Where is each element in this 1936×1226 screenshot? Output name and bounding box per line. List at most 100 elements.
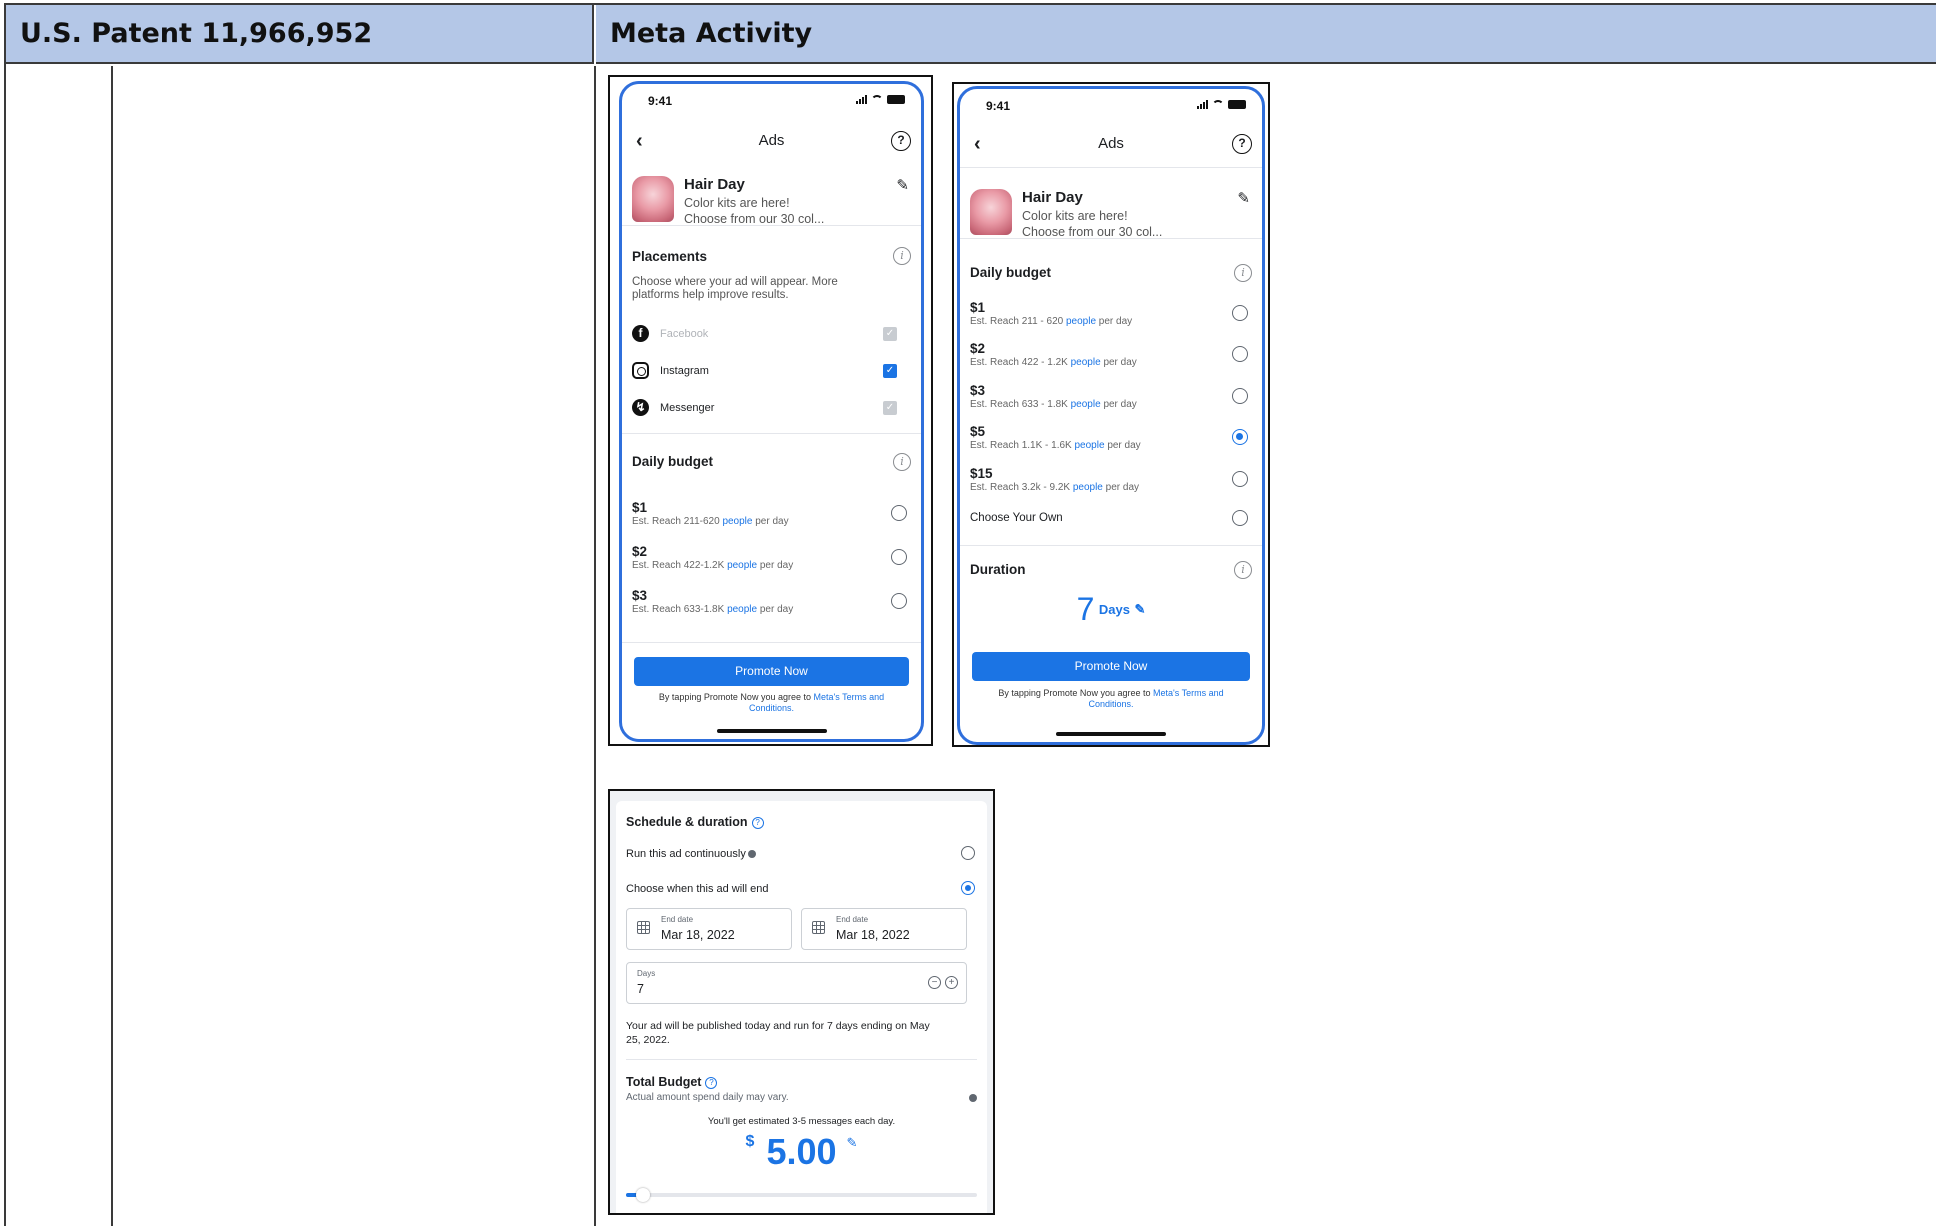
nav-bar: ‹ Ads ? bbox=[622, 126, 921, 156]
budget-reach: Est. Reach 211 - 620 people per day bbox=[970, 316, 1133, 327]
budget-option-2[interactable]: $2 Est. Reach 422 - 1.2K people per day bbox=[970, 341, 1252, 373]
status-bar: 9:41 bbox=[960, 97, 1262, 115]
days-stepper: − + bbox=[928, 976, 958, 989]
section-divider bbox=[626, 1059, 977, 1060]
messenger-checkbox[interactable]: ✓ bbox=[883, 401, 897, 415]
run-continuously-option[interactable]: Run this ad continuously bbox=[626, 846, 975, 860]
budget-option-4[interactable]: $5 Est. Reach 1.1K - 1.6K people per day bbox=[970, 424, 1252, 456]
budget-radio[interactable] bbox=[1232, 305, 1248, 321]
budget-amount: $15 bbox=[970, 466, 993, 481]
budget-radio[interactable] bbox=[1232, 510, 1248, 526]
nav-title: Ads bbox=[1098, 135, 1124, 152]
status-icons bbox=[1197, 100, 1246, 109]
budget-option-5[interactable]: $15 Est. Reach 3.2k - 9.2K people per da… bbox=[970, 466, 1252, 498]
duration-info-icon[interactable]: i bbox=[1234, 561, 1252, 579]
help-icon[interactable]: ? bbox=[1232, 134, 1252, 154]
conditions-link[interactable]: Conditions. bbox=[749, 703, 794, 713]
claim-number-column-divider bbox=[111, 66, 113, 1226]
placement-messenger[interactable]: ↯ Messenger ✓ bbox=[632, 397, 911, 419]
budget-option-1[interactable]: $1 Est. Reach 211-620 people per day bbox=[632, 500, 911, 532]
schedule-screenshot-frame: Schedule & duration? Run this ad continu… bbox=[608, 789, 995, 1215]
promote-now-button[interactable]: Promote Now bbox=[634, 657, 909, 686]
edit-pencil-icon[interactable]: ✎ bbox=[1237, 189, 1250, 207]
budget-amount-display[interactable]: $5.00 ✎ bbox=[616, 1131, 987, 1173]
days-field[interactable]: Days 7 − + bbox=[626, 962, 967, 1004]
budget-slider-knob[interactable] bbox=[636, 1188, 650, 1202]
people-link[interactable]: people bbox=[722, 516, 752, 527]
ad-preview: Hair Day Color kits are here! Choose fro… bbox=[622, 166, 921, 226]
schedule-title: Schedule & duration? bbox=[626, 815, 764, 829]
budget-option-2[interactable]: $2 Est. Reach 422-1.2K people per day bbox=[632, 544, 911, 576]
people-link[interactable]: people bbox=[1071, 399, 1101, 410]
schedule-help-icon[interactable]: ? bbox=[751, 816, 764, 829]
budget-radio[interactable] bbox=[891, 549, 907, 565]
budget-option-1[interactable]: $1 Est. Reach 211 - 620 people per day bbox=[970, 300, 1252, 332]
budget-amount: $2 bbox=[632, 544, 648, 559]
phone-screen-2: 9:41 ‹ Ads ? Hair Day Color kits are her… bbox=[957, 86, 1265, 745]
duration-value[interactable]: 7 Days ✎ bbox=[960, 591, 1262, 628]
end-date-field-2[interactable]: End date Mar 18, 2022 bbox=[801, 908, 967, 950]
budget-radio[interactable] bbox=[1232, 388, 1248, 404]
patent-column-header-text: U.S. Patent 11,966,952 bbox=[20, 18, 373, 49]
nav-bar: ‹ Ads ? bbox=[960, 129, 1262, 159]
ad-line-1: Color kits are here! bbox=[1022, 209, 1128, 223]
budget-radio-selected[interactable] bbox=[1232, 429, 1248, 445]
run-continuously-radio[interactable] bbox=[961, 846, 975, 860]
total-budget-help-icon[interactable]: ? bbox=[705, 1076, 718, 1089]
promote-now-button[interactable]: Promote Now bbox=[972, 652, 1250, 681]
budget-reach: Est. Reach 633-1.8K people per day bbox=[632, 604, 794, 615]
budget-radio[interactable] bbox=[1232, 346, 1248, 362]
duration-edit-pencil-icon[interactable]: ✎ bbox=[1134, 602, 1145, 617]
placement-facebook[interactable]: f Facebook ✓ bbox=[632, 323, 911, 345]
budget-radio[interactable] bbox=[891, 505, 907, 521]
nav-title: Ads bbox=[758, 132, 785, 149]
placement-label: Instagram bbox=[660, 365, 709, 377]
people-link[interactable]: people bbox=[1073, 482, 1103, 493]
budget-option-3[interactable]: $3 Est. Reach 633-1.8K people per day bbox=[632, 588, 911, 620]
run-continuously-label: Run this ad continuously bbox=[626, 848, 746, 860]
phone-screenshot-1-frame: 9:41 ‹ Ads ? Hair Day Color kits are her… bbox=[608, 75, 933, 746]
edit-pencil-icon[interactable]: ✎ bbox=[896, 176, 909, 194]
people-link[interactable]: people bbox=[1071, 357, 1101, 368]
patent-column-header: U.S. Patent 11,966,952 bbox=[6, 5, 594, 64]
budget-radio[interactable] bbox=[1232, 471, 1248, 487]
placement-label: Facebook bbox=[660, 328, 709, 340]
daily-budget-info-icon[interactable]: i bbox=[1234, 264, 1252, 282]
facebook-checkbox[interactable]: ✓ bbox=[883, 327, 897, 341]
placement-instagram[interactable]: Instagram ✓ bbox=[632, 360, 911, 382]
people-link[interactable]: people bbox=[727, 560, 757, 571]
minus-circle-icon[interactable]: − bbox=[928, 976, 941, 989]
people-link[interactable]: people bbox=[1075, 440, 1105, 451]
phone-screenshot-2-frame: 9:41 ‹ Ads ? Hair Day Color kits are her… bbox=[952, 82, 1270, 747]
choose-end-radio[interactable] bbox=[961, 881, 975, 895]
ad-thumbnail bbox=[970, 189, 1012, 235]
plus-circle-icon[interactable]: + bbox=[945, 976, 958, 989]
choose-end-option[interactable]: Choose when this ad will end bbox=[626, 881, 975, 895]
ad-title: Hair Day bbox=[1022, 189, 1083, 206]
facebook-icon: f bbox=[632, 325, 649, 342]
daily-budget-info-icon[interactable]: i bbox=[893, 453, 911, 471]
help-icon[interactable]: ? bbox=[891, 131, 911, 151]
terms-text: By tapping Promote Now you agree to Meta… bbox=[998, 688, 1224, 709]
end-date-field-1[interactable]: End date Mar 18, 2022 bbox=[626, 908, 792, 950]
terms-link[interactable]: Meta's Terms and bbox=[1153, 688, 1224, 698]
end-date-label: End date bbox=[661, 915, 694, 924]
budget-reach: Est. Reach 3.2k - 9.2K people per day bbox=[970, 482, 1140, 493]
battery-icon bbox=[887, 95, 905, 104]
budget-option-custom[interactable]: Choose Your Own bbox=[970, 505, 1252, 537]
choose-end-label: Choose when this ad will end bbox=[626, 883, 769, 895]
terms-link[interactable]: Meta's Terms and bbox=[814, 692, 885, 702]
instagram-checkbox[interactable]: ✓ bbox=[883, 364, 897, 378]
edit-pencil-icon[interactable]: ✎ bbox=[847, 1135, 858, 1150]
total-budget-info-icon[interactable] bbox=[969, 1094, 977, 1102]
signal-icon bbox=[1197, 100, 1208, 109]
signal-icon bbox=[856, 95, 867, 104]
placements-info-icon[interactable]: i bbox=[893, 247, 911, 265]
people-link[interactable]: people bbox=[1066, 316, 1096, 327]
budget-slider[interactable] bbox=[626, 1188, 977, 1202]
budget-option-3[interactable]: $3 Est. Reach 633 - 1.8K people per day bbox=[970, 383, 1252, 415]
info-dot-icon[interactable] bbox=[747, 850, 756, 859]
budget-radio[interactable] bbox=[891, 593, 907, 609]
people-link[interactable]: people bbox=[727, 604, 757, 615]
conditions-link[interactable]: Conditions. bbox=[1088, 699, 1133, 709]
